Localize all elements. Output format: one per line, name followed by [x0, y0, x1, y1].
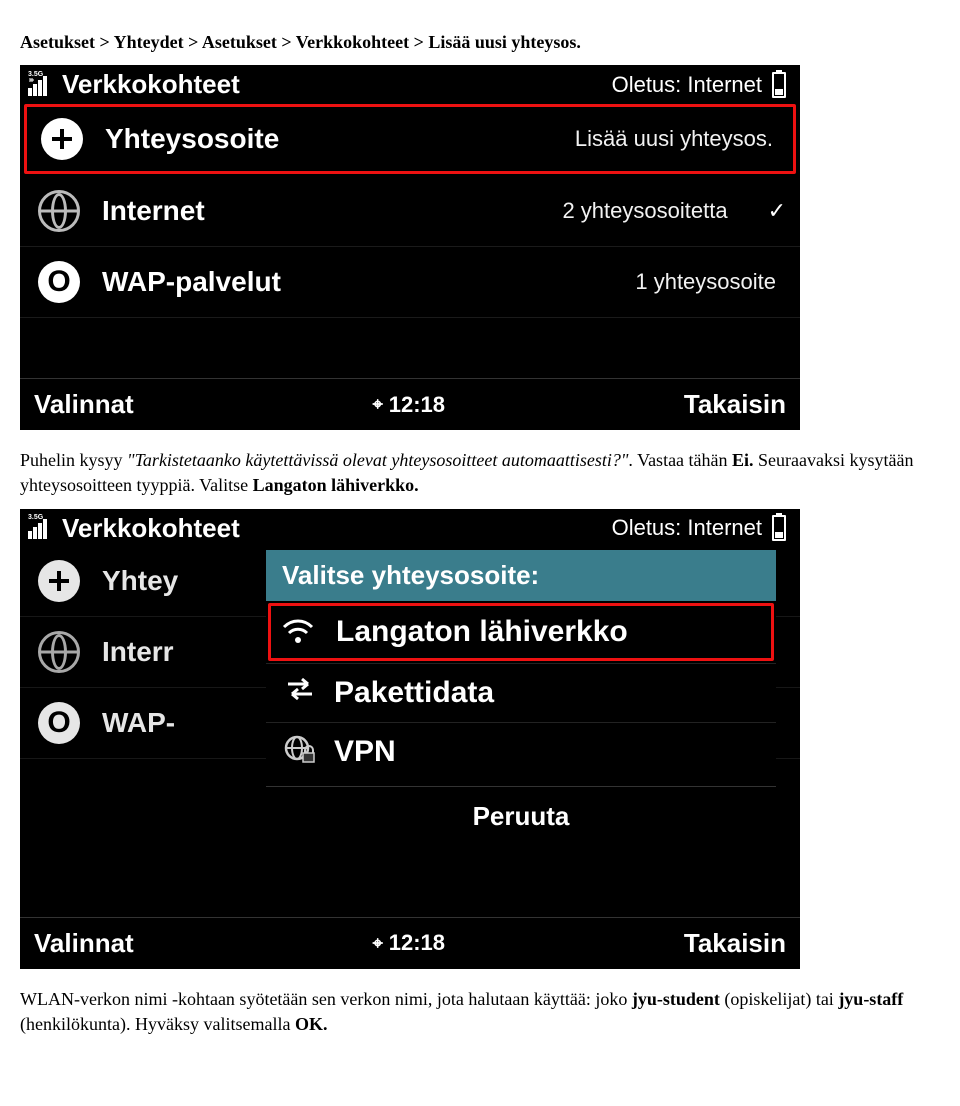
window-title: Verkkokohteet — [62, 69, 240, 100]
popup-area: Yhtey Interr ✓ O WAP- Valitse yhteysosoi… — [20, 546, 800, 917]
check-icon: ✓ — [768, 198, 786, 224]
popup-item-wlan[interactable]: Langaton lähiverkko — [268, 603, 774, 661]
popup-item-label: Langaton lähiverkko — [336, 615, 628, 649]
default-label: Oletus: Internet — [612, 515, 762, 541]
softkey-right[interactable]: Takaisin — [684, 928, 786, 959]
row-value: 2 yhteysosoitetta — [562, 198, 737, 224]
clock[interactable]: ⌖ 12:18 — [373, 930, 445, 956]
popup-title: Valitse yhteysosoite: — [266, 550, 776, 601]
globe-icon — [38, 190, 80, 232]
softkey-left[interactable]: Valinnat — [34, 928, 134, 959]
row-label: Internet — [102, 195, 205, 227]
lock-icon: ⌖ — [373, 394, 383, 415]
softkey-bar: Valinnat ⌖ 12:18 Takaisin — [20, 378, 800, 430]
popup-item-packetdata[interactable]: Pakettidata — [266, 663, 776, 722]
status-bar: 3.5G Verkkokohteet Oletus: Internet — [20, 509, 800, 546]
window-title: Verkkokohteet — [62, 513, 240, 544]
plus-icon — [38, 560, 80, 602]
softkey-bar: Valinnat ⌖ 12:18 Takaisin — [20, 917, 800, 969]
screenshot-1: 3.5G Verkkokohteet Oletus: Internet Yhte… — [20, 65, 800, 430]
battery-icon — [772, 72, 786, 98]
svg-text:3.5G: 3.5G — [28, 514, 44, 521]
letter-o-icon: O — [38, 702, 80, 744]
list: Yhteysosoite Lisää uusi yhteysos. Intern… — [20, 102, 800, 378]
clock[interactable]: ⌖ 12:18 — [373, 392, 445, 418]
screenshot-2: 3.5G Verkkokohteet Oletus: Internet Yhte… — [20, 509, 800, 969]
row-value: 1 yhteysosoite — [635, 269, 786, 295]
wifi-icon — [282, 619, 322, 645]
row-label: WAP- — [102, 707, 175, 739]
select-access-point-popup: Valitse yhteysosoite: Langaton lähiverkk… — [266, 550, 776, 846]
row-add-access-point[interactable]: Yhteysosoite Lisää uusi yhteysos. — [24, 104, 796, 174]
signal-icon: 3.5G — [28, 513, 54, 543]
row-label: Interr — [102, 636, 174, 668]
row-label: WAP-palvelut — [102, 266, 281, 298]
lock-icon: ⌖ — [373, 933, 383, 954]
popup-item-vpn[interactable]: VPN — [266, 722, 776, 782]
globe-lock-icon — [280, 735, 320, 770]
breadcrumb-leaf: Lisää uusi yhteysos. — [428, 32, 581, 52]
letter-o-icon: O — [38, 261, 80, 303]
swap-icon — [280, 676, 320, 709]
default-label: Oletus: Internet — [612, 72, 762, 98]
instruction-paragraph-1: Puhelin kysyy "Tarkistetaanko käytettävi… — [20, 448, 940, 498]
breadcrumb-path: Asetukset > Yhteydet > Asetukset > Verkk… — [20, 32, 428, 52]
popup-cancel-button[interactable]: Peruuta — [266, 786, 776, 846]
breadcrumb: Asetukset > Yhteydet > Asetukset > Verkk… — [20, 30, 940, 55]
battery-icon — [772, 515, 786, 541]
row-wap[interactable]: O WAP-palvelut 1 yhteysosoite — [20, 247, 800, 318]
popup-item-label: Pakettidata — [334, 676, 494, 710]
row-internet[interactable]: Internet 2 yhteysosoitetta ✓ — [20, 176, 800, 247]
row-value: Lisää uusi yhteysos. — [575, 126, 783, 152]
clock-time: 12:18 — [389, 930, 445, 956]
globe-icon — [38, 631, 80, 673]
softkey-left[interactable]: Valinnat — [34, 389, 134, 420]
signal-icon: 3.5G — [28, 70, 54, 100]
plus-icon — [41, 118, 83, 160]
status-bar: 3.5G Verkkokohteet Oletus: Internet — [20, 65, 800, 102]
softkey-right[interactable]: Takaisin — [684, 389, 786, 420]
row-label: Yhtey — [102, 565, 178, 597]
instruction-paragraph-2: WLAN-verkon nimi -kohtaan syötetään sen … — [20, 987, 940, 1037]
popup-item-label: VPN — [334, 735, 396, 769]
svg-text:3.5G: 3.5G — [28, 71, 44, 78]
clock-time: 12:18 — [389, 392, 445, 418]
row-label: Yhteysosoite — [105, 123, 279, 155]
